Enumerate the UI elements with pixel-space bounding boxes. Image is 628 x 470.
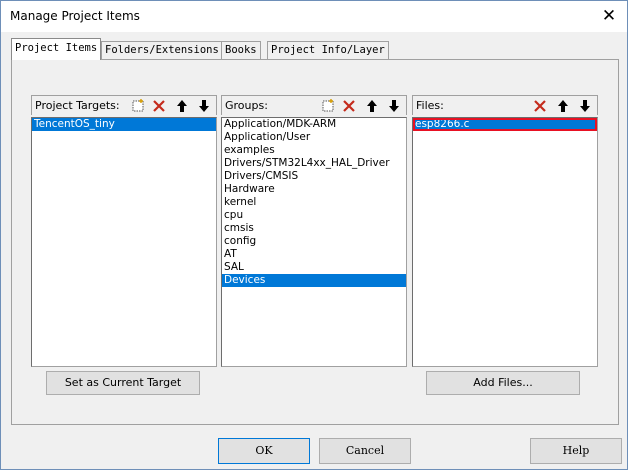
tab-label: Books xyxy=(225,44,257,56)
groups-list[interactable]: Application/MDK-ARM Application/User examp… xyxy=(221,117,407,367)
tab-project-items[interactable]: Project Items xyxy=(11,38,102,60)
cancel-label: Cancel xyxy=(345,444,385,457)
move-up-icon[interactable] xyxy=(172,97,192,114)
targets-list[interactable]: TencentOS_tiny xyxy=(31,117,217,367)
list-item[interactable]: Application/MDK-ARM xyxy=(222,118,406,131)
help-button[interactable]: Help xyxy=(530,438,622,464)
delete-icon[interactable] xyxy=(530,97,550,114)
title-bar[interactable]: Manage Project Items ✕ xyxy=(1,1,627,32)
files-list[interactable]: esp8266.c xyxy=(412,117,598,367)
list-item[interactable]: AT xyxy=(222,248,406,261)
add-files-label: Add Files... xyxy=(473,376,533,389)
new-icon[interactable] xyxy=(318,97,338,114)
move-down-icon[interactable] xyxy=(384,97,404,114)
help-label: Help xyxy=(562,444,590,457)
move-down-icon[interactable] xyxy=(194,97,214,114)
move-up-icon[interactable] xyxy=(553,97,573,114)
list-item[interactable]: esp8266.c xyxy=(413,118,597,131)
targets-header-label: Project Targets: xyxy=(35,99,120,112)
list-item[interactable]: Drivers/CMSIS xyxy=(222,170,406,183)
list-item[interactable]: config xyxy=(222,235,406,248)
tab-books[interactable]: Books xyxy=(221,41,261,59)
move-down-icon[interactable] xyxy=(575,97,595,114)
move-up-icon[interactable] xyxy=(362,97,382,114)
dialog-title: Manage Project Items xyxy=(10,9,140,23)
tab-label: Project Items xyxy=(15,42,98,54)
set-current-target-button[interactable]: Set as Current Target xyxy=(46,371,200,395)
list-item[interactable]: cpu xyxy=(222,209,406,222)
tab-project-info-layer[interactable]: Project Info/Layer xyxy=(267,41,389,59)
tab-folders-extensions[interactable]: Folders/Extensions xyxy=(101,41,223,59)
list-item[interactable]: Application/User xyxy=(222,131,406,144)
tab-label: Folders/Extensions xyxy=(105,44,219,56)
delete-icon[interactable] xyxy=(339,97,359,114)
close-icon[interactable]: ✕ xyxy=(598,6,620,26)
groups-header-label: Groups: xyxy=(225,99,268,112)
groups-header: Groups: xyxy=(221,95,407,115)
files-header-label: Files: xyxy=(416,99,444,112)
ok-label: OK xyxy=(255,444,273,457)
set-current-target-label: Set as Current Target xyxy=(64,376,182,389)
list-item[interactable]: Devices xyxy=(222,274,406,287)
list-item[interactable]: cmsis xyxy=(222,222,406,235)
tab-label: Project Info/Layer xyxy=(271,44,385,56)
ok-button[interactable]: OK xyxy=(218,438,310,464)
targets-header: Project Targets: xyxy=(31,95,217,115)
cancel-button[interactable]: Cancel xyxy=(319,438,411,464)
dialog-window: Manage Project Items ✕ Project Items Fol… xyxy=(0,0,628,470)
files-header: Files: xyxy=(412,95,598,115)
list-item[interactable]: SAL xyxy=(222,261,406,274)
list-item[interactable]: kernel xyxy=(222,196,406,209)
list-item[interactable]: examples xyxy=(222,144,406,157)
list-item[interactable]: TencentOS_tiny xyxy=(32,118,216,131)
add-files-button[interactable]: Add Files... xyxy=(426,371,580,395)
list-item[interactable]: Hardware xyxy=(222,183,406,196)
delete-icon[interactable] xyxy=(149,97,169,114)
new-icon[interactable] xyxy=(128,97,148,114)
list-item[interactable]: Drivers/STM32L4xx_HAL_Driver xyxy=(222,157,406,170)
